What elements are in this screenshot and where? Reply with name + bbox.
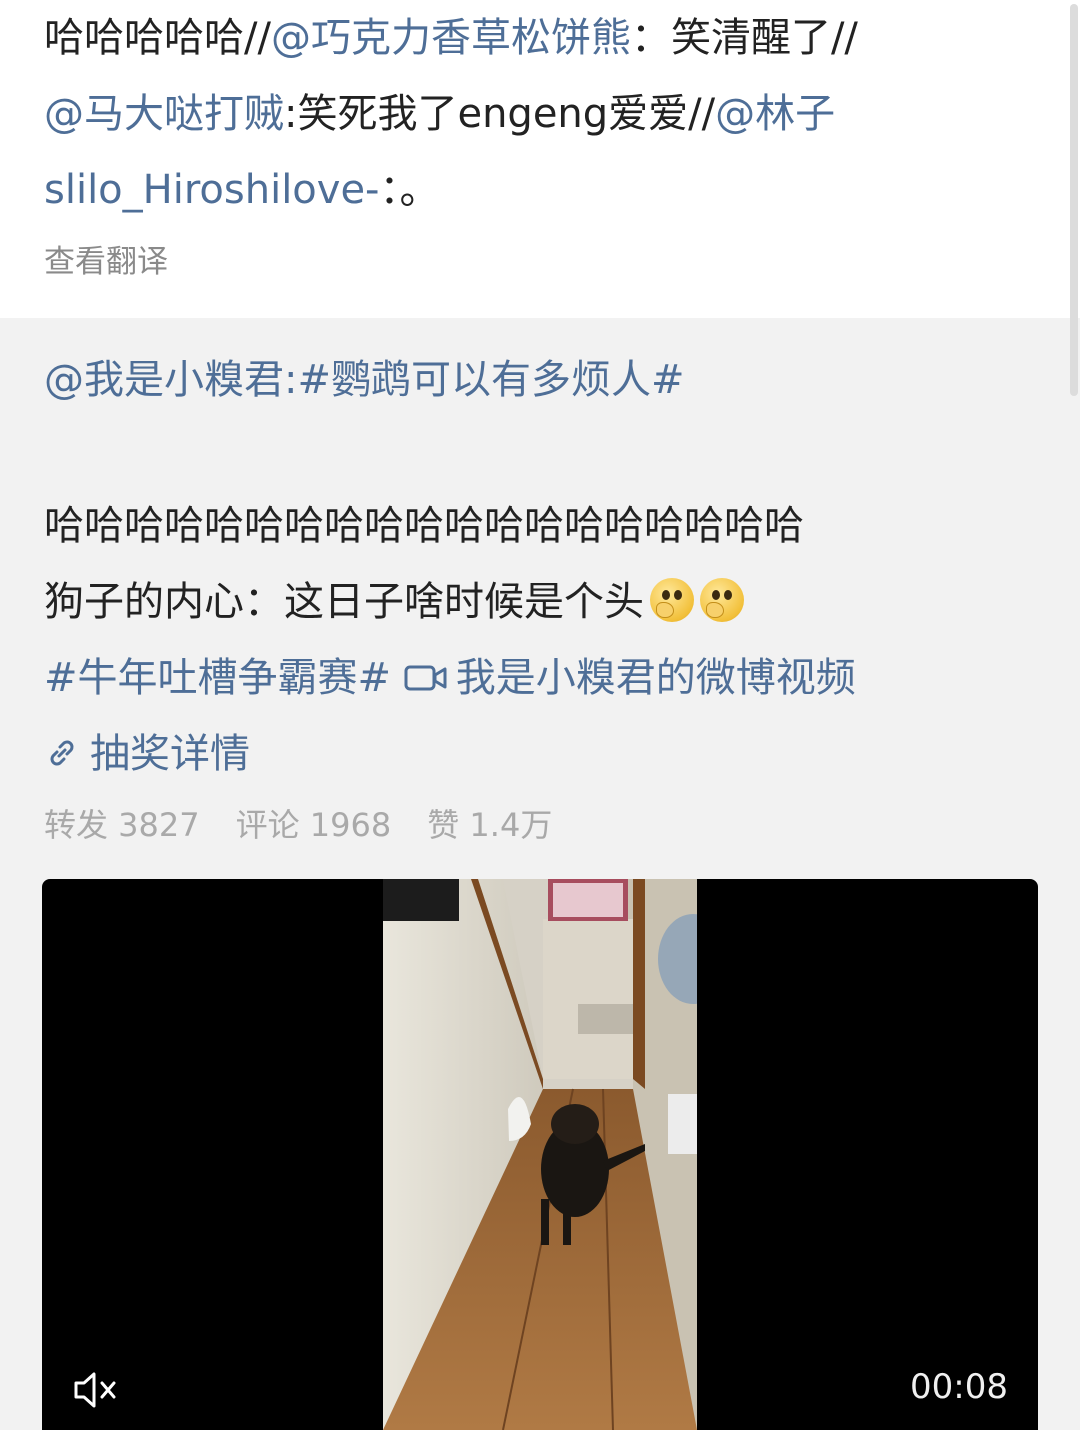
scrollbar-thumb[interactable] [1070, 4, 1078, 396]
lottery-link-label: 抽奖详情 [90, 731, 250, 777]
speaker-muted-icon[interactable] [72, 1369, 120, 1411]
original-post-header: @我是小糗君:#鹦鹉可以有多烦人# [44, 356, 685, 404]
thinking-face-icon [650, 578, 694, 622]
link-chain-icon [50, 740, 74, 766]
post-stats: 转发 3827 评论 1968 赞 1.4万 [44, 800, 588, 846]
translate-link[interactable]: 查看翻译 [44, 244, 168, 281]
post-text-line-1: 哈哈哈哈哈哈哈哈哈哈哈哈哈哈哈哈哈哈哈 [44, 503, 804, 549]
repost-text: ：。 [379, 167, 440, 213]
post-text-line-2: 狗子的内心：这日子啥时候是个头 [44, 578, 744, 626]
repost-line-3: slilo_Hiroshilove-：。 [44, 166, 440, 214]
post-text: 狗子的内心：这日子啥时候是个头 [44, 579, 644, 625]
repost-text: :笑死我了engeng爱爱// [284, 91, 716, 137]
topic-link[interactable]: :#鹦鹉可以有多烦人# [284, 357, 685, 403]
mention-link[interactable]: @马大哒打贼 [44, 91, 284, 137]
video-link-label: 我是小糗君的微博视频 [455, 655, 856, 701]
video-frame [383, 879, 697, 1430]
thinking-face-icon [700, 578, 744, 622]
repost-line-2: @马大哒打贼:笑死我了engeng爱爱//@林子 [44, 90, 835, 138]
mention-link[interactable]: @林子 [715, 91, 835, 137]
video-duration: 00:08 [910, 1367, 1008, 1407]
video-player[interactable]: 00:08 [42, 879, 1038, 1430]
lottery-link[interactable]: 抽奖详情 [44, 730, 250, 778]
mention-link[interactable]: slilo_Hiroshilove- [44, 167, 380, 213]
video-link[interactable]: 我是小糗君的微博视频 [404, 655, 856, 701]
mention-link[interactable]: @巧克力香草松饼熊 [271, 15, 631, 61]
post-links-line: #牛年吐槽争霸赛# 我是小糗君的微博视频 [44, 654, 856, 702]
hashtag-link[interactable]: #牛年吐槽争霸赛# [44, 655, 391, 701]
video-camera-icon [404, 665, 447, 691]
repost-text: 哈哈哈哈哈// [44, 15, 271, 61]
like-count[interactable]: 赞 1.4万 [427, 806, 552, 844]
repost-line-1: 哈哈哈哈哈//@巧克力香草松饼熊：笑清醒了// [44, 14, 858, 62]
repost-count[interactable]: 转发 3827 [44, 806, 200, 844]
repost-text: ：笑清醒了// [630, 15, 858, 61]
comment-count[interactable]: 评论 1968 [236, 806, 392, 844]
author-mention-link[interactable]: @我是小糗君 [44, 357, 284, 403]
